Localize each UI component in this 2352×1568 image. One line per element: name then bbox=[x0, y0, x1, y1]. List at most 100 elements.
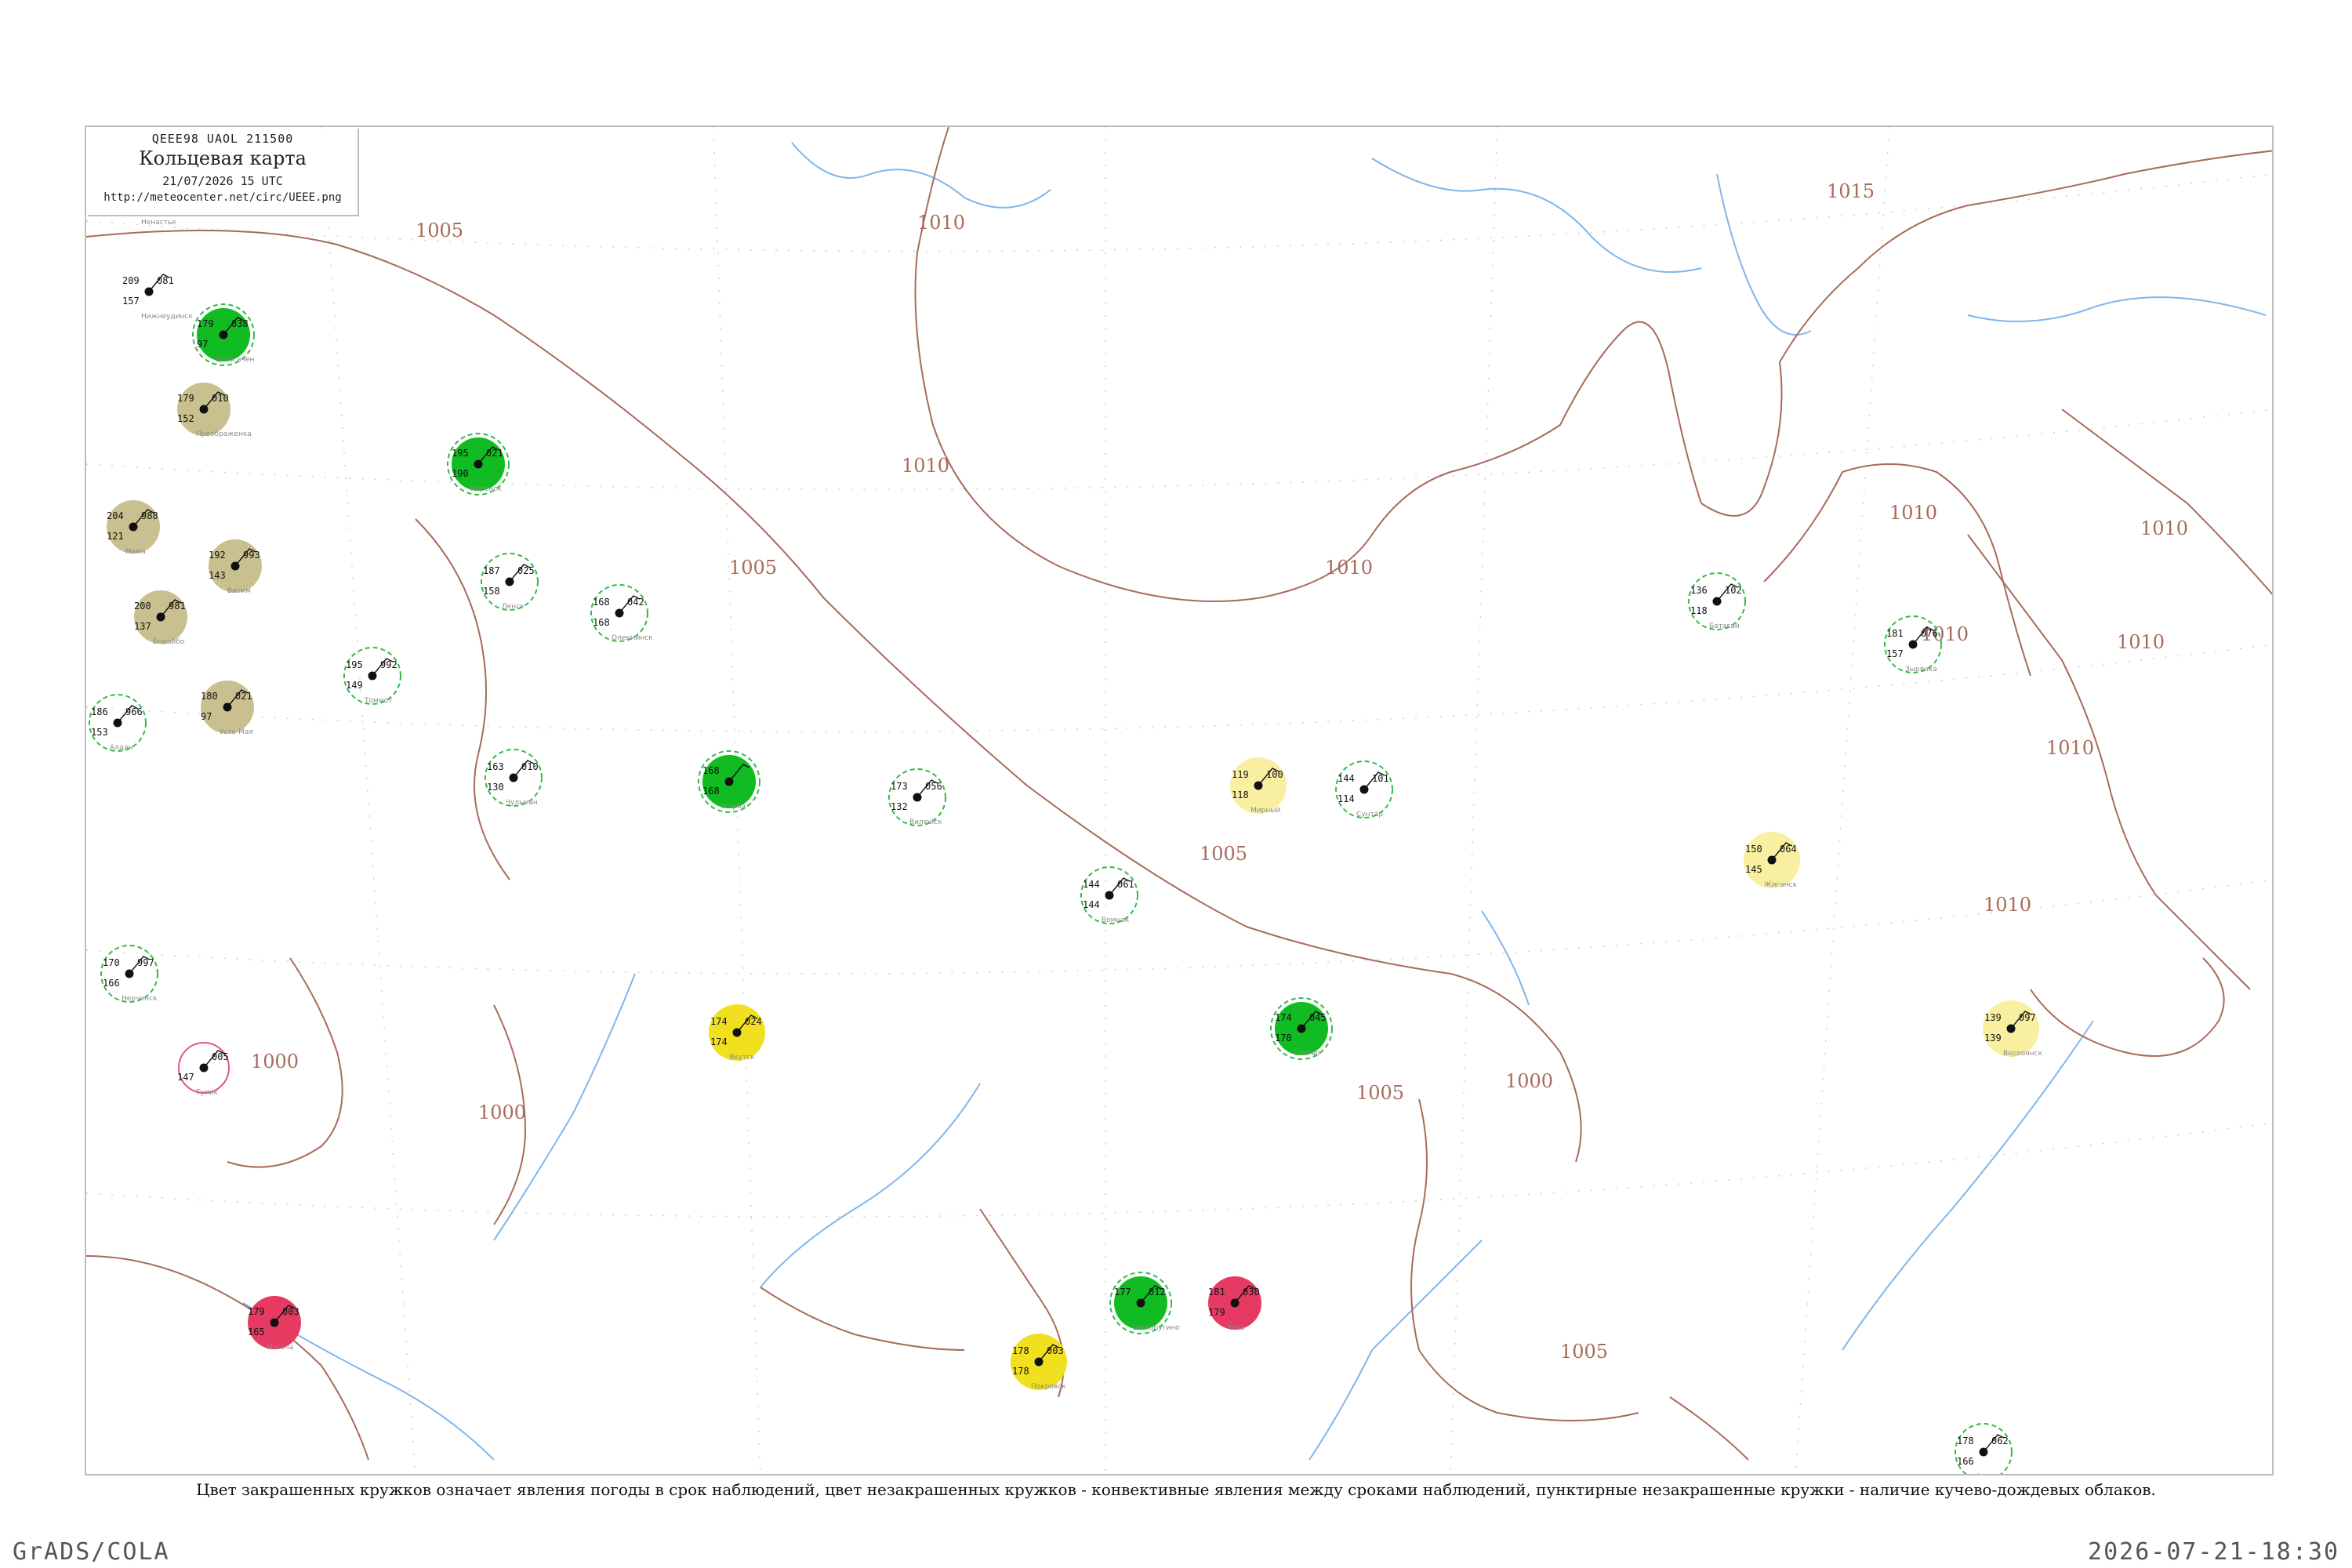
station-name: Охотск bbox=[1976, 1473, 2002, 1475]
station-pressure: 988 bbox=[141, 510, 158, 521]
station-dewpoint: 166 bbox=[1957, 1456, 1974, 1467]
station-pressure: 997 bbox=[137, 957, 154, 968]
station-dewpoint: 147 bbox=[177, 1072, 194, 1083]
isobar-label: 1000 bbox=[478, 1102, 526, 1123]
weather-station[interactable]: 174 024174Якутск bbox=[709, 1004, 765, 1062]
station-name: Томмот bbox=[364, 697, 392, 705]
station-name: Ленск bbox=[502, 603, 524, 611]
station-dewpoint: 145 bbox=[1745, 864, 1762, 875]
isobar-label: 1010 bbox=[1984, 894, 2031, 916]
weather-station[interactable]: 174 045 170Сангар bbox=[1270, 997, 1333, 1060]
map-title: Кольцевая карта bbox=[139, 147, 307, 169]
station-name: Жиганск bbox=[1764, 881, 1798, 889]
station-name: Зырянка bbox=[1905, 666, 1937, 673]
isobar-label: 1005 bbox=[1356, 1082, 1404, 1104]
station-temperature: 139 bbox=[1984, 1012, 2002, 1023]
station-name: Алдан bbox=[110, 744, 133, 752]
station-dewpoint: 153 bbox=[91, 727, 108, 738]
station-pressure: 061 bbox=[1117, 879, 1134, 890]
weather-station[interactable]: 179 003 165Могоча bbox=[248, 1296, 301, 1352]
station-name: Чита bbox=[1227, 1324, 1245, 1332]
weather-station[interactable]: 168 042168Олекминск bbox=[590, 584, 653, 642]
station-temperature: 195 bbox=[346, 659, 363, 670]
station-pressure: 010 bbox=[521, 761, 539, 772]
isobar-label: 1010 bbox=[2046, 737, 2094, 759]
station-dewpoint: 166 bbox=[103, 978, 120, 989]
weather-station[interactable]: 200 981 137Бодайбо bbox=[134, 590, 187, 646]
isobar-label: 1010 bbox=[1325, 557, 1373, 579]
isobar-label: 1005 bbox=[416, 220, 463, 241]
station-dewpoint: 144 bbox=[1083, 899, 1100, 910]
station-pressure: 003 bbox=[1047, 1345, 1064, 1356]
station-name: Нижнеудинск bbox=[141, 313, 193, 321]
weather-station[interactable]: 187 025 158Ленск bbox=[481, 553, 539, 611]
station-name: Сунтар bbox=[1356, 811, 1383, 818]
station-temperature: 181 bbox=[1886, 628, 1904, 639]
station-dewpoint: 168 bbox=[702, 786, 720, 797]
station-dewpoint: 158 bbox=[483, 586, 500, 597]
weather-station[interactable]: 163 010 130Чульман bbox=[485, 749, 543, 807]
weather-station[interactable]: 179 010 152Преображенка bbox=[177, 383, 252, 438]
station-name: Вилюйск bbox=[909, 818, 942, 826]
station-pressure: 102 bbox=[1725, 585, 1742, 596]
isobar-label: 1010 bbox=[2140, 517, 2188, 539]
station-temperature: 168 bbox=[702, 765, 720, 776]
station-pressure: 045 bbox=[1309, 1012, 1327, 1023]
station-dewpoint: 143 bbox=[209, 570, 226, 581]
isobar-label: 1010 bbox=[902, 455, 949, 477]
weather-station[interactable]: 150 064 145Жиганск bbox=[1744, 832, 1800, 889]
isobar-label: 1000 bbox=[251, 1051, 299, 1073]
station-dewpoint: 121 bbox=[107, 531, 124, 542]
station-dewpoint: 157 bbox=[122, 296, 140, 307]
weather-station[interactable]: 204 988 121Мама bbox=[107, 500, 160, 556]
weather-station[interactable]: 186 966 153Алдан bbox=[89, 694, 147, 752]
weather-station[interactable]: 179 038 97 Ербогачен bbox=[192, 303, 255, 366]
station-temperature: 209 bbox=[122, 275, 140, 286]
station-name: Мама bbox=[125, 548, 146, 556]
station-temperature: 119 bbox=[1232, 769, 1249, 780]
weather-station[interactable]: 181 030 179Чита bbox=[1208, 1276, 1261, 1332]
station-name: Тупик bbox=[195, 1089, 219, 1097]
weather-station[interactable]: 144 101 114Сунтар bbox=[1335, 760, 1393, 818]
weather-station[interactable]: 119 100 118Мирный bbox=[1230, 757, 1287, 815]
station-temperature: 144 bbox=[1083, 879, 1100, 890]
map-datetime: 21/07/2026 15 UTC bbox=[162, 174, 283, 188]
weather-station[interactable]: 177 012 Шелопугино bbox=[1109, 1272, 1180, 1334]
station-pressure: 003 bbox=[282, 1306, 299, 1317]
station-dewpoint: 132 bbox=[891, 801, 908, 812]
station-dewpoint: 170 bbox=[1275, 1033, 1292, 1044]
station-pressure: 981 bbox=[169, 601, 186, 612]
weather-station[interactable]: 178 003178Покровск bbox=[1011, 1334, 1067, 1391]
station-name: Преображенка bbox=[196, 430, 252, 438]
station-pressure: 021 bbox=[235, 691, 252, 702]
weather-station[interactable]: 195 021 190Киренск bbox=[447, 433, 510, 495]
footer-software: GrADS/COLA bbox=[13, 1538, 170, 1566]
station-temperature: 144 bbox=[1338, 773, 1355, 784]
weather-station[interactable]: 168168Нюрба bbox=[698, 750, 760, 813]
map-url[interactable]: http://meteocenter.net/circ/UEEE.png bbox=[88, 191, 358, 204]
station-temperature: 179 bbox=[248, 1306, 265, 1317]
weather-station[interactable]: 144 061144Бомнак bbox=[1080, 866, 1138, 924]
weather-station[interactable]: 005 147Тупик bbox=[177, 1042, 230, 1097]
station-name: Усть-Мая bbox=[220, 728, 253, 736]
map-caption: Цвет закрашенных кружков означает явлени… bbox=[196, 1480, 2156, 1499]
station-name: Могоча bbox=[267, 1344, 293, 1352]
station-pressure: 081 bbox=[157, 275, 174, 286]
weather-station[interactable]: 178 062 166 Охотск bbox=[1955, 1423, 2013, 1475]
station-name: Бомнак bbox=[1102, 916, 1130, 924]
weather-station[interactable]: 173 056 132Вилюйск bbox=[888, 768, 946, 826]
weather-station[interactable]: 209 081 157Нижнеудинск bbox=[122, 274, 193, 321]
station-temperature: 195 bbox=[452, 448, 469, 459]
weather-station[interactable]: 180 021 97 Усть-Мая bbox=[201, 681, 254, 736]
station-name: Покровск bbox=[1031, 1383, 1066, 1391]
station-pressure: 992 bbox=[380, 659, 397, 670]
station-pressure: 076 bbox=[1921, 628, 1938, 639]
weather-station[interactable]: 139 097139Верхоянск bbox=[1983, 1000, 2043, 1058]
station-name: Бодайбо bbox=[153, 638, 185, 646]
weather-station[interactable]: 192 993 143Витим bbox=[209, 539, 262, 595]
weather-station[interactable]: 195 992 149Томмот bbox=[343, 647, 401, 705]
station-dewpoint: 157 bbox=[1886, 648, 1904, 659]
station-pressure: 025 bbox=[517, 565, 535, 576]
weather-station[interactable]: 136 102 118Батагай bbox=[1688, 572, 1746, 630]
station-dewpoint: 118 bbox=[1690, 605, 1708, 616]
